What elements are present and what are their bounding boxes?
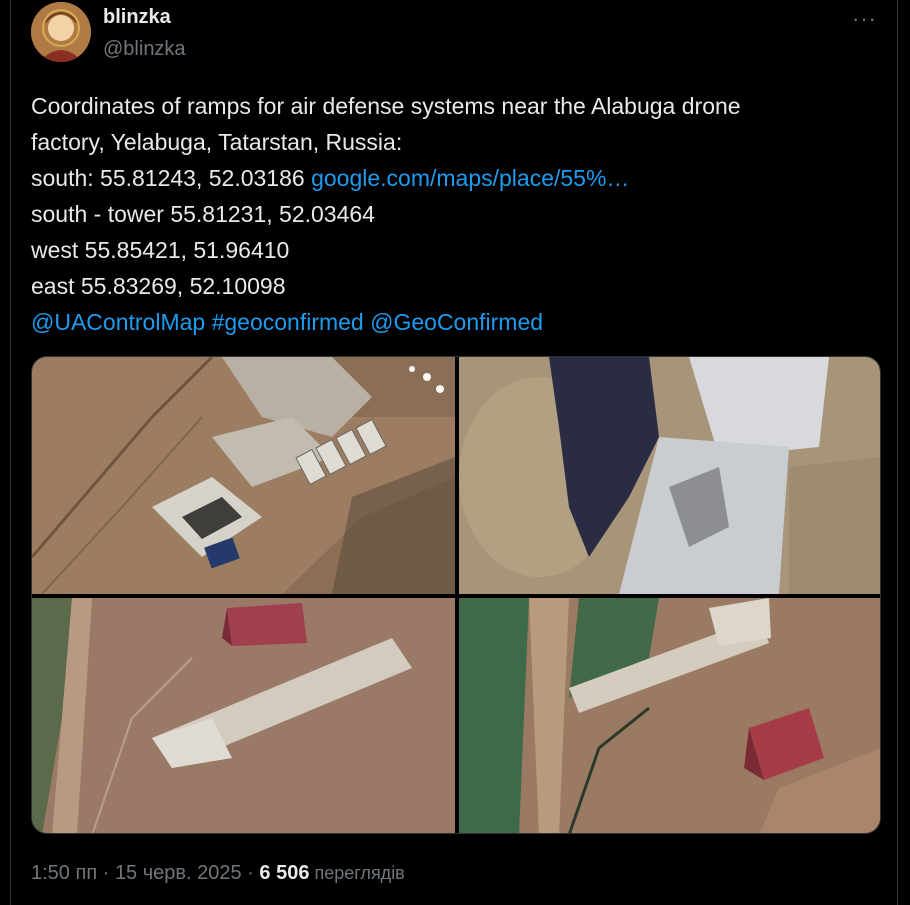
separator: ·: [97, 862, 115, 884]
tweet-text: Coordinates of ramps for air defense sys…: [31, 88, 881, 340]
text-line-mentions: @UAControlMap #geoconfirmed @GeoConfirme…: [31, 304, 881, 340]
text-line-2: factory, Yelabuga, Tatarstan, Russia:: [31, 129, 403, 155]
tweet-date[interactable]: 15 черв. 2025: [115, 862, 242, 884]
hashtag-geoconfirmed[interactable]: #geoconfirmed: [212, 309, 364, 335]
text-line-1: Coordinates of ramps for air defense sys…: [31, 93, 741, 119]
satellite-image-1[interactable]: [32, 357, 455, 594]
views-count: 6 506: [259, 862, 310, 884]
satellite-image-3[interactable]: [32, 598, 455, 833]
text-line-east: east 55.83269, 52.10098: [31, 273, 286, 299]
satellite-image-4[interactable]: [459, 598, 880, 833]
satellite-image-2[interactable]: [459, 357, 880, 594]
south-coordinates: south: 55.81243, 52.03186: [31, 165, 312, 191]
mention-geoconfirmed[interactable]: @GeoConfirmed: [370, 309, 543, 335]
author-handle[interactable]: @blinzka: [103, 38, 186, 61]
author-name[interactable]: blinzka: [103, 6, 171, 29]
views-label: переглядів: [309, 863, 405, 883]
media-grid: [31, 356, 881, 834]
avatar[interactable]: [31, 2, 91, 62]
more-options-icon[interactable]: ···: [852, 6, 877, 32]
text-line-west: west 55.85421, 51.96410: [31, 237, 290, 263]
mention-uacontrolmap[interactable]: @UAControlMap: [31, 309, 205, 335]
tweet-card: blinzka @blinzka ··· Coordinates of ramp…: [10, 0, 898, 905]
maps-link[interactable]: google.com/maps/place/55%…: [311, 165, 629, 191]
text-line-tower: south - tower 55.81231, 52.03464: [31, 201, 375, 227]
tweet-meta: 1:50 пп · 15 черв. 2025 · 6 506 перегляд…: [31, 862, 405, 885]
separator: ·: [241, 862, 260, 884]
text-line-south: south: 55.81243, 52.03186 google.com/map…: [31, 160, 881, 196]
tweet-time[interactable]: 1:50 пп: [31, 862, 97, 884]
